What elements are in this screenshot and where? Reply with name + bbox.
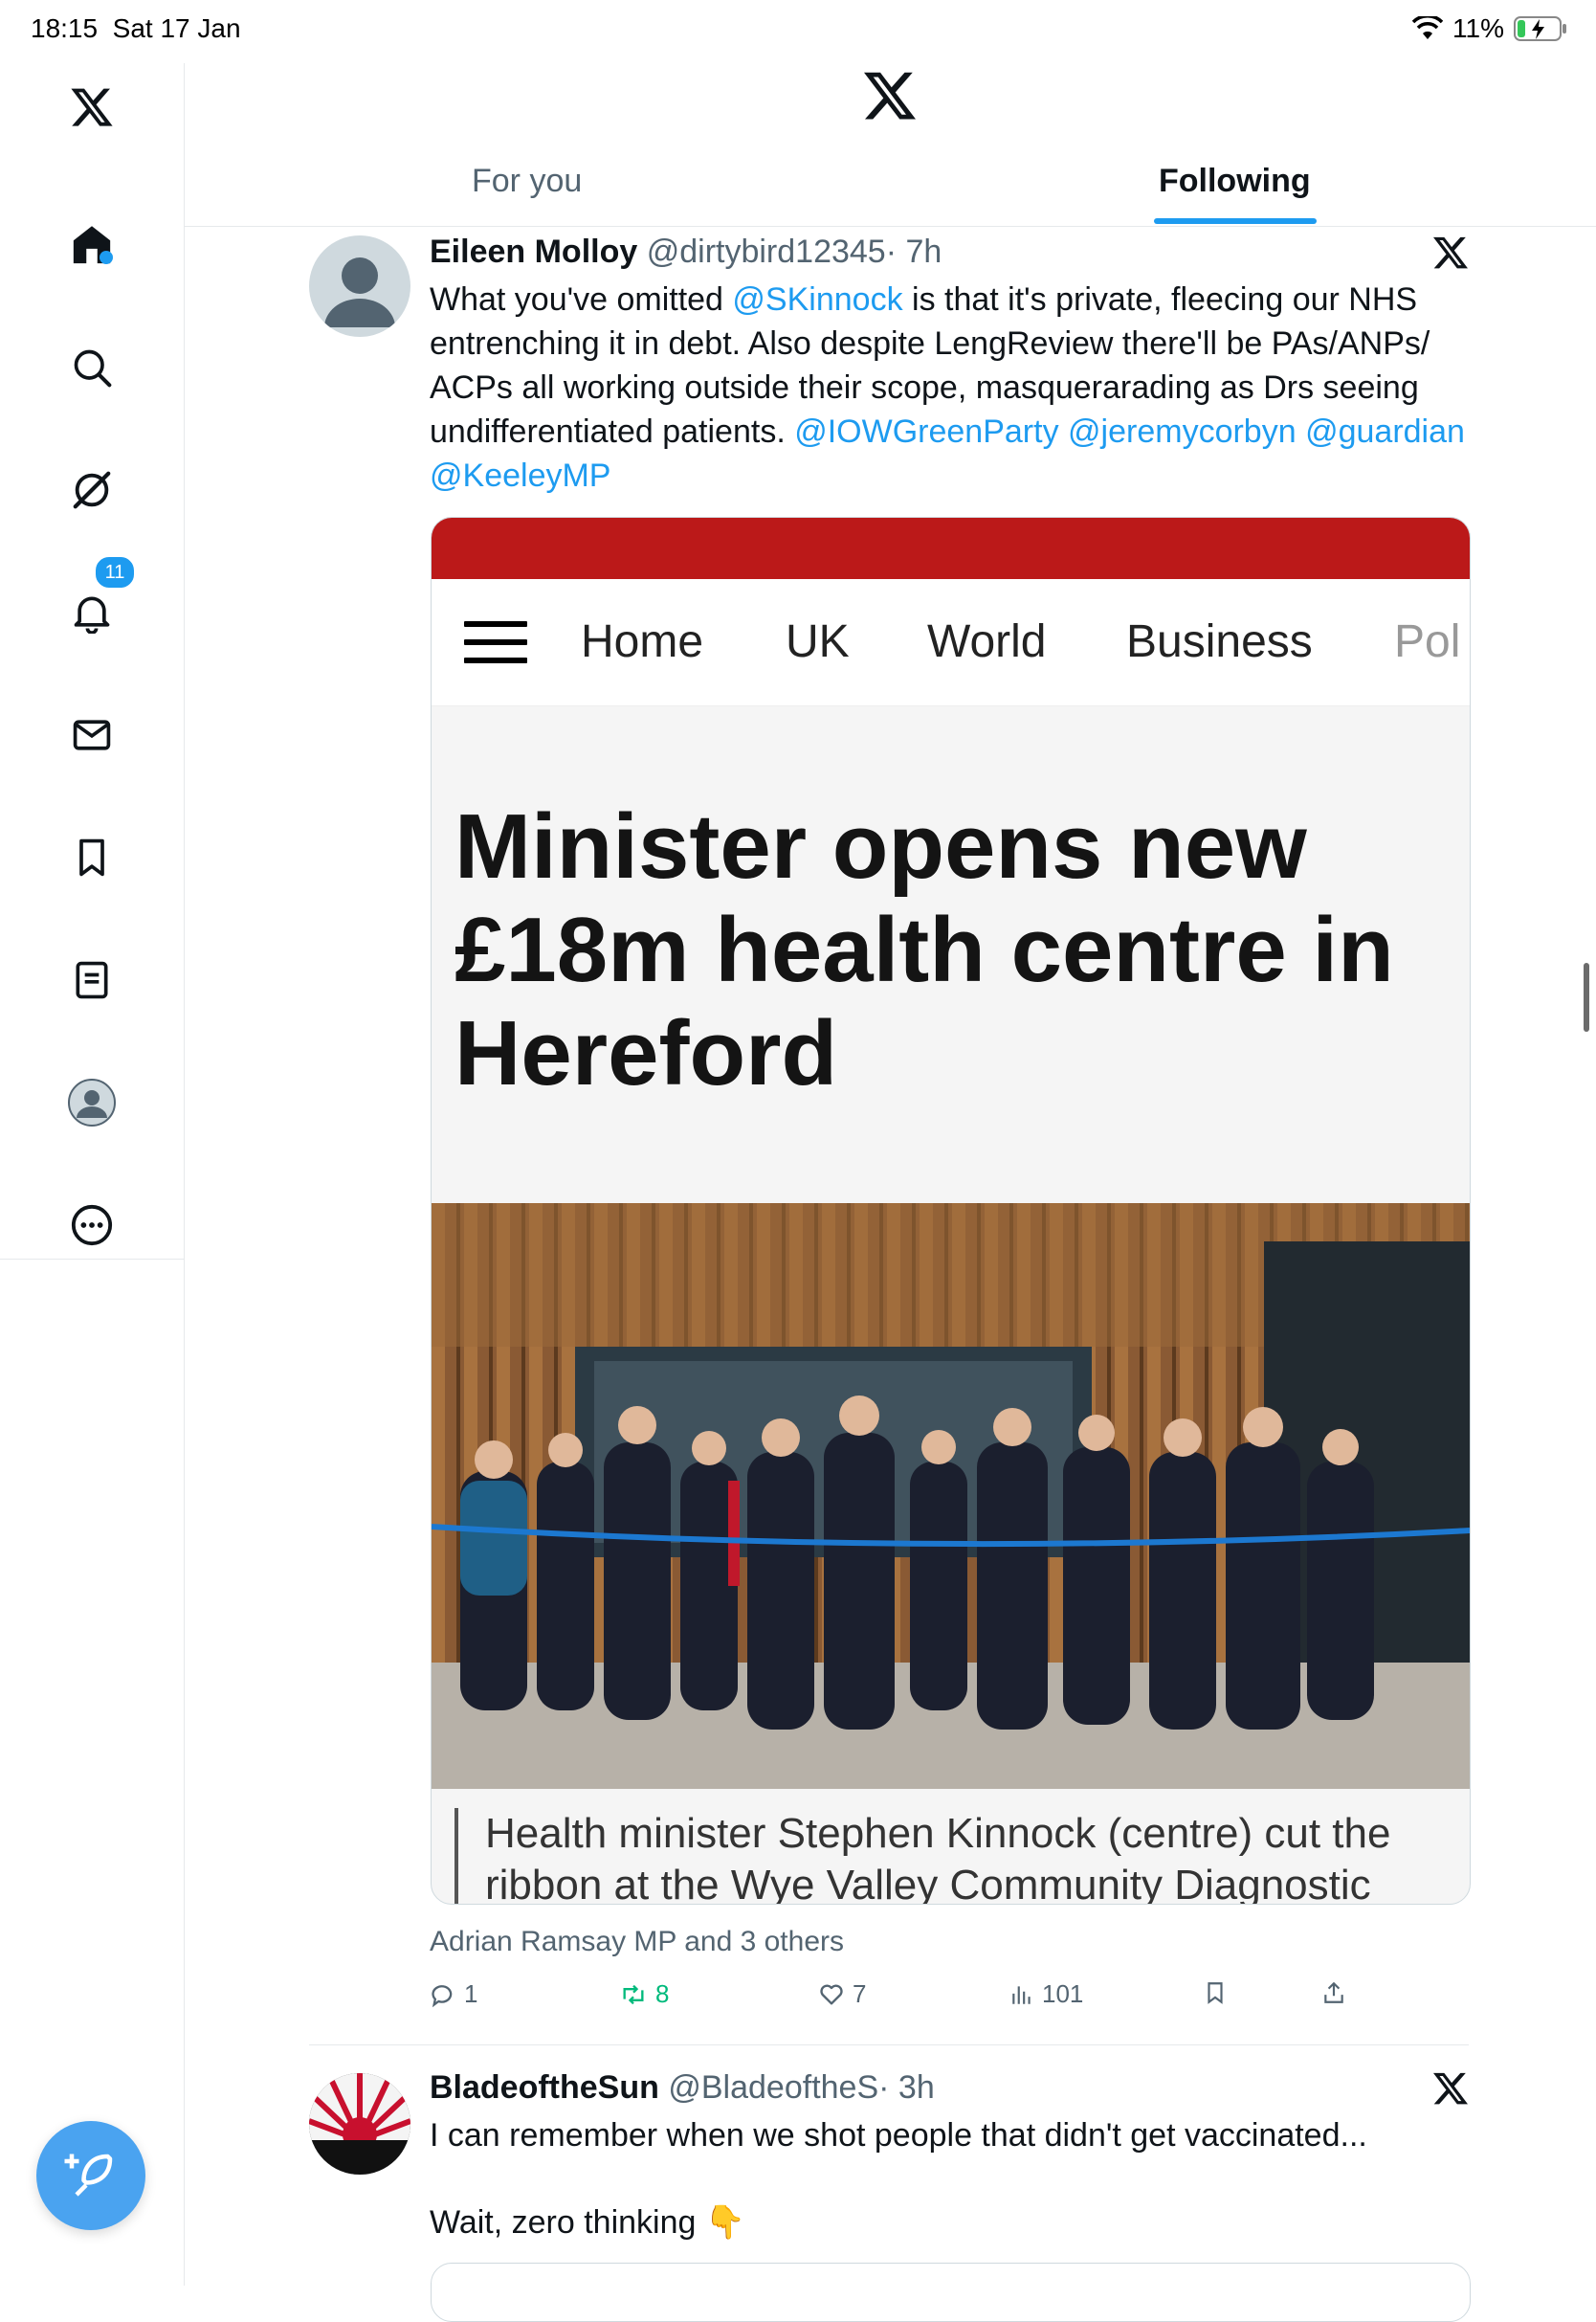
x-header-logo-icon[interactable]: [861, 67, 919, 124]
bbc-red-bar: [432, 518, 1470, 579]
photo-caption: Health minister Stephen Kinnock (centre)…: [454, 1808, 1450, 1904]
status-date: Sat 17 Jan: [112, 13, 241, 43]
battery-charging-icon: [1514, 16, 1566, 41]
notification-badge: 11: [94, 555, 136, 590]
notifications-bell-icon[interactable]: [63, 584, 121, 641]
home-icon[interactable]: [63, 216, 121, 274]
mention-link[interactable]: @guardian: [1305, 413, 1465, 450]
views-count: 101: [1042, 1979, 1084, 2008]
like-button[interactable]: 7: [818, 1979, 866, 2009]
tweet-header: BladeoftheSun @BladeoftheS· 3h: [430, 2069, 935, 2107]
sidebar-divider: [0, 1259, 184, 1260]
lists-icon[interactable]: [63, 951, 121, 1009]
tweet-author-handle[interactable]: @BladeoftheS: [668, 2069, 878, 2106]
bbc-nav-bar: Home UK World Business Pol: [432, 579, 1470, 706]
more-options-icon[interactable]: [63, 1196, 121, 1254]
mention-link[interactable]: @jeremycorbyn: [1068, 413, 1297, 450]
search-icon[interactable]: [63, 339, 121, 396]
bookmarks-icon[interactable]: [63, 829, 121, 886]
retweet-count: 8: [655, 1979, 670, 2008]
bbc-nav-link: World: [927, 616, 1047, 667]
tweet-text: Wait, zero thinking 👇: [430, 2204, 746, 2241]
x-grok-menu-icon[interactable]: [1431, 234, 1470, 272]
profile-avatar-icon[interactable]: [63, 1074, 121, 1131]
social-context-liked-by[interactable]: Adrian Ramsay MP and 3 others: [430, 1926, 844, 1958]
tweet-author-avatar[interactable]: [309, 235, 410, 337]
tab-following[interactable]: Following: [1159, 163, 1311, 200]
mention-link[interactable]: @IOWGreenParty: [794, 413, 1058, 450]
reply-count: 1: [464, 1979, 478, 2008]
share-button[interactable]: [1321, 1979, 1346, 2006]
share-icon: [1324, 1981, 1343, 2003]
tweet-author-name[interactable]: BladeoftheSun: [430, 2069, 659, 2106]
compose-feather-icon: [64, 2154, 113, 2197]
tweet-media-image[interactable]: Home UK World Business Pol Minister open…: [431, 517, 1471, 1905]
hamburger-menu-icon: [464, 621, 527, 663]
views-chart-icon: [1012, 1985, 1031, 2004]
status-time-date: 18:15 Sat 17 Jan: [31, 13, 241, 44]
active-tab-indicator: [1154, 218, 1317, 224]
bbc-nav-link: UK: [786, 616, 850, 667]
sidebar-nav: 11: [0, 63, 185, 2286]
article-headline: Minister opens new £18m health centre in…: [454, 795, 1394, 1105]
wifi-icon: [1412, 16, 1444, 39]
scrollbar[interactable]: [1584, 963, 1589, 1032]
heart-icon: [820, 1984, 843, 2004]
x-logo-icon[interactable]: [63, 78, 121, 136]
x-grok-menu-icon[interactable]: [1431, 2069, 1470, 2108]
tweet-text-part: What you've omitted: [430, 281, 733, 318]
battery-percent: 11%: [1452, 13, 1504, 43]
tweet-timestamp[interactable]: · 7h: [886, 234, 942, 270]
bookmark-icon: [1208, 1982, 1223, 2004]
messages-envelope-icon[interactable]: [63, 706, 121, 764]
tweet-header: Eileen Molloy @dirtybird12345· 7h: [430, 234, 942, 271]
retweet-icon: [623, 1984, 644, 2004]
bbc-nav-link: Home: [581, 616, 704, 667]
tweet-text: I can remember when we shot people that …: [430, 2117, 1367, 2154]
like-count: 7: [853, 1979, 867, 2008]
tweet-media-card[interactable]: [431, 2263, 1471, 2322]
tweet-text: What you've omitted @SKinnock is that it…: [430, 278, 1492, 498]
tweet-action-bar: 1 8 7 101: [430, 1979, 1482, 2018]
retweet-button[interactable]: 8: [619, 1979, 669, 2009]
tweet-author-handle[interactable]: @dirtybird12345: [647, 234, 886, 270]
ribbon-cutting-photo: [432, 1203, 1470, 1789]
mention-link[interactable]: @KeeleyMP: [430, 458, 610, 494]
tweet-author-avatar[interactable]: [309, 2073, 410, 2175]
tab-for-you[interactable]: For you: [472, 163, 582, 200]
views-button[interactable]: 101: [1009, 1979, 1083, 2009]
timeline-tabs: For you Following: [185, 144, 1596, 227]
mention-link[interactable]: @SKinnock: [732, 281, 902, 318]
compose-post-button[interactable]: [36, 2121, 145, 2230]
tweet-author-name[interactable]: Eileen Molloy: [430, 234, 637, 270]
tweet-timestamp[interactable]: · 3h: [878, 2069, 935, 2106]
grok-icon[interactable]: [63, 461, 121, 519]
status-time: 18:15: [31, 13, 99, 43]
tweet-separator: [309, 2044, 1469, 2045]
bbc-nav-link: Business: [1126, 616, 1313, 667]
reply-icon: [432, 1984, 453, 2007]
status-bar: 18:15 Sat 17 Jan 11%: [0, 0, 1596, 63]
home-unread-dot: [100, 251, 113, 264]
reply-button[interactable]: 1: [430, 1979, 477, 2009]
status-indicators: 11%: [1412, 13, 1567, 44]
bookmark-button[interactable]: [1203, 1979, 1228, 2006]
bbc-nav-link: Pol: [1394, 616, 1461, 667]
